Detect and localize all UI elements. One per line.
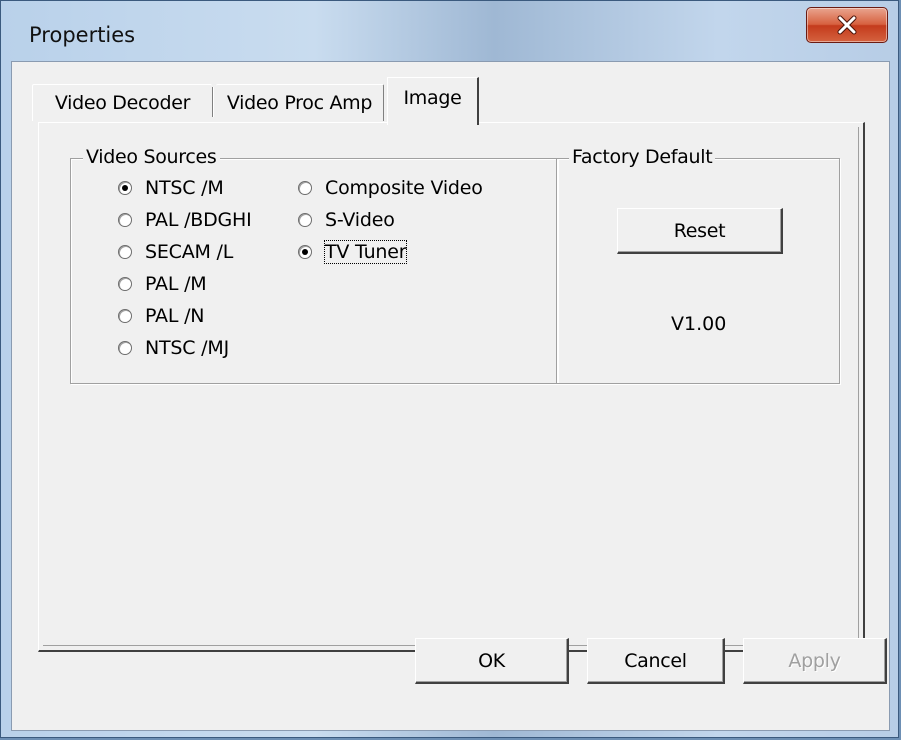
- radio-button[interactable]: [118, 213, 132, 227]
- reset-button-label: Reset: [673, 219, 726, 242]
- radio-tv-tuner[interactable]: TV Tuner: [298, 240, 408, 264]
- tab-video-proc-amp[interactable]: Video Proc Amp: [216, 84, 384, 121]
- dialog-client-area: Video Decoder Video Proc Amp Image Video…: [11, 61, 890, 731]
- radio-label: PAL /M: [145, 273, 207, 295]
- apply-button-label: Apply: [788, 649, 841, 672]
- radio-pal-m[interactable]: PAL /M: [118, 272, 207, 296]
- ok-button-label: OK: [478, 649, 505, 672]
- radio-label: SECAM /L: [145, 241, 234, 263]
- reset-button[interactable]: Reset: [617, 208, 783, 254]
- tab-separator: [212, 87, 214, 117]
- radio-ntsc-mj[interactable]: NTSC /MJ: [118, 336, 229, 360]
- apply-button[interactable]: Apply: [743, 638, 887, 684]
- radio-button[interactable]: [118, 245, 132, 259]
- video-sources-group: Video Sources NTSC /M PAL /BDGHI SECAM /…: [70, 146, 558, 384]
- version-label: V1.00: [671, 313, 727, 335]
- radio-label: Composite Video: [325, 177, 483, 199]
- close-icon: [837, 15, 857, 35]
- radio-button[interactable]: [298, 213, 312, 227]
- radio-ntsc-m[interactable]: NTSC /M: [118, 176, 224, 200]
- factory-default-group: Factory Default Reset V1.00: [556, 146, 840, 384]
- radio-button[interactable]: [118, 277, 132, 291]
- tab-page-image: Video Sources NTSC /M PAL /BDGHI SECAM /…: [38, 122, 865, 652]
- radio-pal-n[interactable]: PAL /N: [118, 304, 204, 328]
- ok-button[interactable]: OK: [415, 638, 569, 684]
- properties-window: Properties Video Decoder Video Proc Amp …: [0, 0, 899, 738]
- radio-button[interactable]: [298, 181, 312, 195]
- cancel-button[interactable]: Cancel: [587, 638, 725, 684]
- radio-secam-l[interactable]: SECAM /L: [118, 240, 233, 264]
- window-title: Properties: [29, 23, 136, 47]
- radio-pal-bdghi[interactable]: PAL /BDGHI: [118, 208, 252, 232]
- close-button[interactable]: [806, 7, 888, 43]
- radio-button[interactable]: [298, 245, 312, 259]
- radio-composite-video[interactable]: Composite Video: [298, 176, 483, 200]
- radio-label: NTSC /MJ: [145, 337, 229, 359]
- title-bar[interactable]: Properties: [1, 1, 898, 61]
- factory-default-label: Factory Default: [569, 146, 716, 168]
- radio-s-video[interactable]: S-Video: [298, 208, 395, 232]
- tab-video-decoder[interactable]: Video Decoder: [32, 84, 212, 121]
- radio-label: TV Tuner: [323, 240, 408, 264]
- radio-label: NTSC /M: [145, 177, 224, 199]
- tab-image[interactable]: Image: [387, 77, 479, 125]
- video-sources-label: Video Sources: [83, 146, 220, 168]
- radio-label: PAL /BDGHI: [145, 209, 252, 231]
- radio-button[interactable]: [118, 309, 132, 323]
- radio-label: S-Video: [325, 209, 395, 231]
- radio-button[interactable]: [118, 181, 132, 195]
- radio-button[interactable]: [118, 341, 132, 355]
- radio-label: PAL /N: [145, 305, 205, 327]
- cancel-button-label: Cancel: [624, 649, 687, 672]
